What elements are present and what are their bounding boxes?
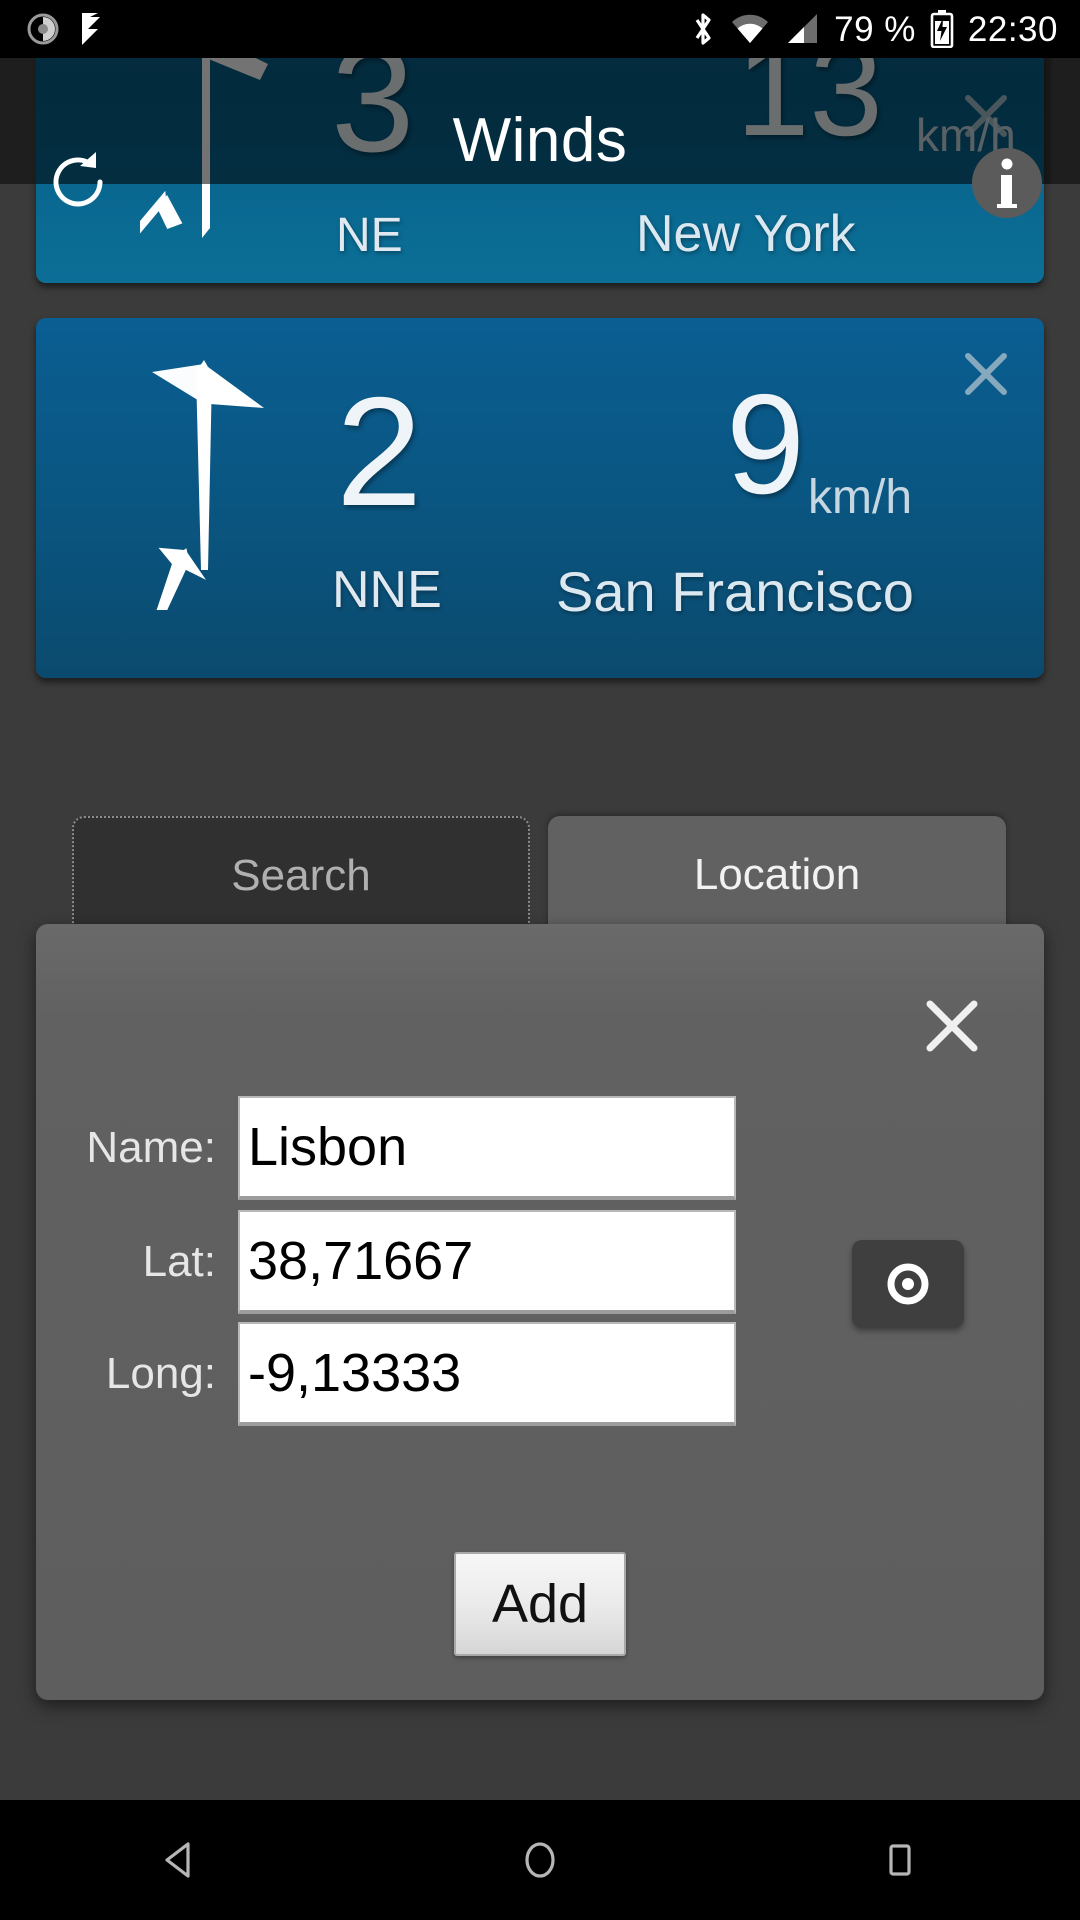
nav-home-button[interactable] — [460, 1800, 620, 1920]
home-circle-icon — [525, 1842, 555, 1878]
status-bar-left-icons — [26, 0, 108, 58]
app-notification-icon — [82, 13, 100, 45]
wind-direction-label: NNE — [332, 561, 442, 619]
wind-direction-label: NE — [336, 209, 403, 262]
add-button[interactable]: Add — [454, 1552, 626, 1656]
battery-icon — [930, 10, 954, 48]
wind-city-label: San Francisco — [556, 560, 914, 623]
recents-square-icon — [889, 1844, 911, 1876]
nav-back-button[interactable] — [100, 1800, 260, 1920]
clock-label: 22:30 — [967, 9, 1058, 49]
name-label: Name: — [86, 1123, 216, 1172]
battery-percent-label: 79 % — [834, 9, 916, 49]
form-row-long: Long: -9,13333 — [0, 1320, 1008, 1428]
tab-bar: Search Location — [72, 816, 1012, 934]
add-button-label: Add — [491, 1574, 589, 1634]
tab-location-label: Location — [693, 850, 861, 899]
close-icon[interactable] — [958, 346, 1014, 402]
back-triangle-icon — [165, 1842, 190, 1878]
brightness-icon — [27, 13, 59, 45]
wind-city-label: New York — [636, 205, 856, 263]
form-row-name: Name: Lisbon — [0, 1094, 1008, 1202]
wind-speed-unit: km/h — [808, 471, 913, 524]
wind-card-san-francisco[interactable]: 2 NNE 9 km/h San Francisco — [36, 318, 1044, 678]
bluetooth-icon — [695, 13, 711, 45]
lat-label: Lat: — [142, 1237, 216, 1286]
tab-location[interactable]: Location — [548, 816, 1006, 934]
signal-icon — [788, 14, 818, 43]
gps-target-icon — [887, 1263, 929, 1305]
close-icon[interactable] — [922, 996, 982, 1056]
gps-locate-button[interactable] — [852, 1240, 964, 1328]
wind-arrow-nne-icon — [149, 360, 264, 610]
wifi-icon — [732, 14, 769, 43]
name-input[interactable]: Lisbon — [238, 1096, 736, 1200]
status-bar-right-icons: 79 % 22:30 — [690, 0, 1058, 58]
action-bar: Winds — [0, 58, 1080, 218]
app-content: 3 NE 13 km/h New York — [0, 58, 1080, 1800]
long-label: Long: — [105, 1349, 216, 1398]
lat-input[interactable]: 38,71667 — [238, 1210, 736, 1314]
tab-search-label: Search — [231, 851, 371, 900]
page-title: Winds — [452, 106, 628, 175]
phone-screen: 3 NE 13 km/h New York — [0, 0, 1080, 1920]
long-input[interactable]: -9,13333 — [238, 1322, 736, 1426]
navigation-bar — [0, 1800, 1080, 1920]
wind-speed-value: 9 — [726, 365, 805, 524]
wind-beaufort-value: 2 — [336, 365, 423, 538]
tab-search[interactable]: Search — [72, 816, 530, 934]
status-bar: 79 % 22:30 — [0, 0, 1080, 58]
nav-recents-button[interactable] — [820, 1800, 980, 1920]
info-icon[interactable] — [970, 146, 1044, 220]
